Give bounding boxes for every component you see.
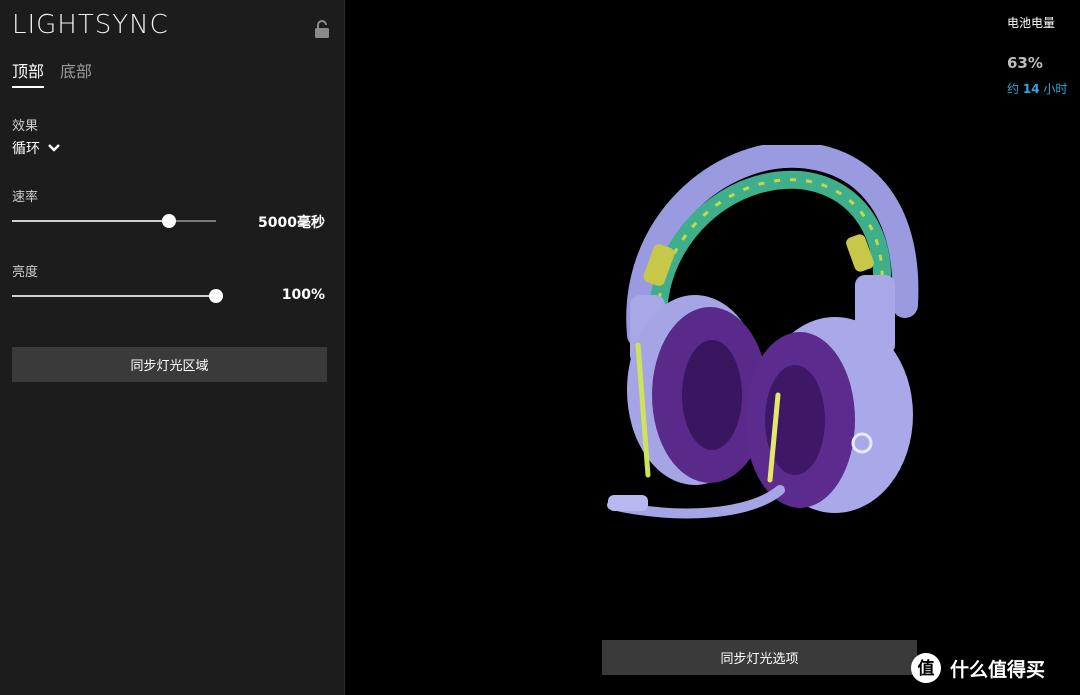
chevron-down-icon [48, 144, 60, 152]
tab-bottom[interactable]: 底部 [60, 58, 92, 88]
watermark: 值 什么值得买 [910, 652, 1045, 684]
panel-title: LIGHTSYNC [12, 10, 169, 40]
brightness-slider[interactable] [12, 289, 223, 303]
speed-label: 速率 [12, 190, 39, 205]
effect-value: 循环 [12, 141, 40, 157]
battery-label: 电池电量 [1007, 16, 1056, 30]
battery-time-unit: 小时 [1043, 82, 1068, 96]
speed-slider[interactable] [12, 214, 216, 228]
lightsync-panel: LIGHTSYNC 顶部 底部 效果 循环 速率 5000毫秒 亮度 100% … [0, 0, 345, 695]
smzdm-logo-icon: 值 [911, 653, 941, 683]
speed-slider-thumb[interactable] [162, 214, 177, 228]
battery-time-value: 14 [1022, 82, 1040, 96]
sync-zones-button[interactable]: 同步灯光区域 [12, 347, 327, 382]
watermark-text: 什么值得买 [950, 658, 1046, 681]
speed-value: 5000毫秒 [258, 215, 325, 231]
battery-percent: 63% [1007, 54, 1043, 72]
zone-tabs: 顶部 底部 [12, 58, 92, 88]
effect-label: 效果 [12, 119, 39, 134]
brightness-label: 亮度 [12, 265, 39, 280]
brightness-slider-thumb[interactable] [209, 289, 223, 303]
battery-time: 约 14 小时 [1007, 80, 1067, 97]
speed-slider-fill [12, 220, 170, 222]
effect-dropdown[interactable]: 循环 [12, 138, 60, 158]
unlock-icon[interactable] [314, 20, 330, 38]
sync-options-button[interactable]: 同步灯光选项 [602, 640, 917, 675]
battery-time-prefix: 约 [1007, 82, 1020, 96]
tab-top[interactable]: 顶部 [12, 58, 45, 88]
brightness-slider-fill [12, 295, 216, 297]
svg-text:值: 值 [918, 658, 935, 679]
brightness-value: 100% [281, 287, 325, 303]
headset-image [607, 145, 919, 519]
